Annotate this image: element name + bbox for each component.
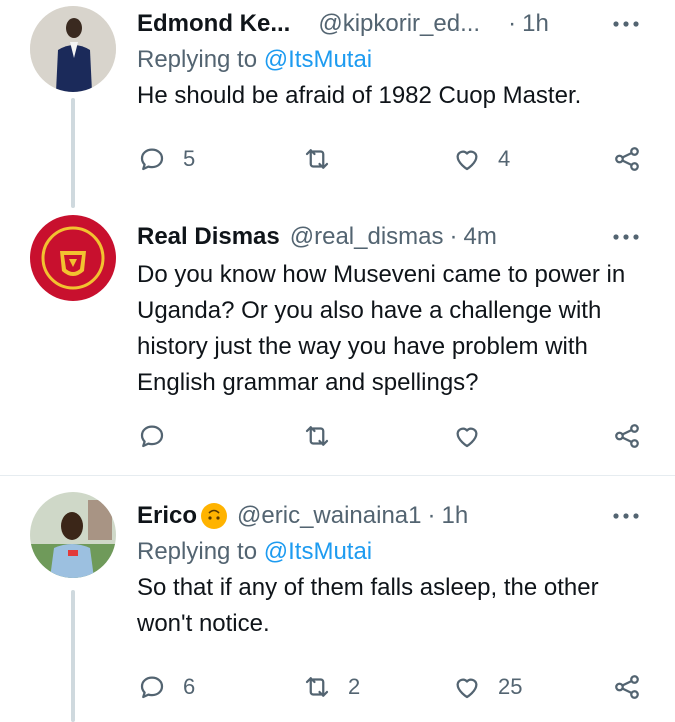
replying-to: Replying to @ItsMutai — [137, 536, 655, 568]
tweet-header: Edmond Ke... @kipkorir_ed... · 1h — [137, 6, 655, 42]
timestamp[interactable]: 1h — [522, 10, 549, 38]
retweet-count: 2 — [348, 674, 361, 699]
more-options-icon[interactable] — [611, 225, 641, 249]
reply-icon — [140, 676, 164, 699]
reply-button[interactable] — [137, 421, 167, 451]
action-bar: 6 2 25 — [0, 670, 675, 704]
heart-icon — [456, 427, 478, 448]
mention-link[interactable]: @ItsMutai — [264, 538, 372, 565]
display-name[interactable]: Erico — [137, 502, 197, 530]
user-handle[interactable]: @kipkorir_ed... — [318, 10, 480, 38]
avatar[interactable] — [30, 215, 116, 301]
heart-icon — [456, 150, 478, 171]
replying-to-label: Replying to — [137, 538, 258, 565]
like-button[interactable]: 25 — [452, 672, 522, 702]
action-bar: 5 4 — [0, 142, 675, 176]
tweet[interactable]: Edmond Ke... @kipkorir_ed... · 1h Replyi… — [0, 0, 675, 205]
share-icon — [615, 147, 639, 171]
reply-icon — [140, 425, 164, 448]
like-button[interactable] — [452, 421, 482, 451]
avatar[interactable] — [30, 492, 116, 578]
reply-count: 5 — [183, 146, 196, 171]
retweet-icon — [305, 426, 329, 446]
tweet[interactable]: Real Dismas @real_dismas · 4m Do you kno… — [0, 205, 675, 475]
timestamp[interactable]: 4m — [464, 223, 497, 251]
user-handle[interactable]: @real_dismas — [290, 223, 444, 251]
share-button[interactable] — [612, 421, 642, 451]
retweet-icon — [305, 677, 329, 697]
share-button[interactable] — [612, 672, 642, 702]
retweet-button[interactable]: 2 — [302, 672, 360, 702]
upside-down-face-emoji-icon — [201, 503, 228, 529]
retweet-button[interactable] — [302, 421, 332, 451]
like-button[interactable]: 4 — [452, 144, 510, 174]
separator-dot: · — [449, 223, 458, 250]
tweet-header: Real Dismas @real_dismas · 4m — [137, 219, 655, 255]
tweet-text: So that if any of them falls asleep, the… — [137, 574, 599, 637]
separator-dot: · — [427, 502, 436, 529]
like-count: 4 — [498, 146, 511, 171]
reply-button[interactable]: 6 — [137, 672, 195, 702]
tweet-text: He should be afraid of 1982 Cuop Master. — [137, 82, 582, 109]
user-handle[interactable]: @eric_wainaina1 — [237, 502, 421, 530]
more-options-icon[interactable] — [611, 504, 641, 528]
tweet-text: Do you know how Museveni came to power i… — [137, 261, 626, 396]
timestamp[interactable]: 1h — [442, 502, 469, 530]
display-name[interactable]: Edmond Ke... — [137, 10, 290, 38]
action-bar — [0, 419, 675, 453]
share-button[interactable] — [612, 144, 642, 174]
more-options-icon[interactable] — [611, 12, 641, 36]
replying-to: Replying to @ItsMutai — [137, 44, 655, 76]
retweet-button[interactable] — [302, 144, 348, 174]
reply-button[interactable]: 5 — [137, 144, 195, 174]
tweet[interactable]: Erico @eric_wainaina1 · 1h Replying to @… — [0, 476, 675, 722]
like-count: 25 — [498, 674, 523, 699]
avatar[interactable] — [30, 6, 116, 92]
mention-link[interactable]: @ItsMutai — [264, 46, 372, 73]
retweet-icon — [305, 149, 329, 169]
display-name[interactable]: Real Dismas — [137, 223, 280, 251]
separator-dot: · — [508, 10, 517, 37]
share-icon — [615, 424, 639, 448]
replying-to-label: Replying to — [137, 46, 258, 73]
reply-count: 6 — [183, 674, 196, 699]
reply-icon — [140, 148, 164, 171]
share-icon — [615, 675, 639, 699]
tweet-header: Erico @eric_wainaina1 · 1h — [137, 498, 655, 534]
heart-icon — [456, 678, 478, 699]
